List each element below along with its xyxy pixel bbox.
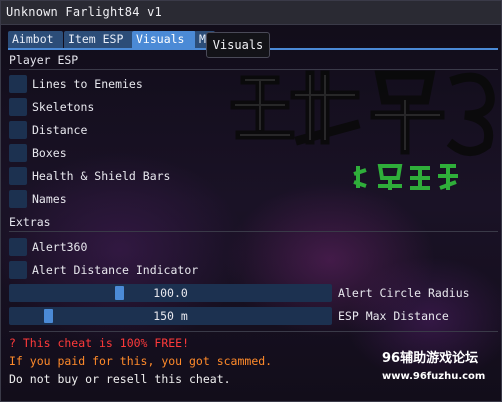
game-logo-watermark: [230, 70, 495, 156]
tab-aimbot[interactable]: Aimbot: [8, 31, 63, 48]
site-watermark: 96辅助游戏论坛 www.96fuzhu.com: [382, 350, 485, 382]
free-notice: ? This cheat is 100% FREE!: [9, 336, 190, 350]
checkbox[interactable]: [9, 261, 27, 279]
alert-circle-radius-slider[interactable]: 100.0: [9, 284, 332, 302]
tab-item-esp[interactable]: Item ESP: [64, 31, 134, 48]
option-label: Alert Distance Indicator: [32, 263, 199, 277]
section-extras: Extras: [9, 215, 51, 229]
checkbox[interactable]: [9, 98, 27, 116]
svg-text:www.96fuzhu.com: www.96fuzhu.com: [382, 371, 485, 382]
option-label: Boxes: [32, 146, 67, 160]
window-titlebar[interactable]: Unknown Farlight84 v1: [0, 0, 502, 25]
alert-circle-radius-label: Alert Circle Radius: [338, 286, 470, 300]
option-label: Health & Shield Bars: [32, 169, 171, 183]
green-subtitle-watermark: [353, 164, 458, 190]
checkbox[interactable]: [9, 167, 27, 185]
option-label: Lines to Enemies: [32, 77, 143, 91]
checkbox[interactable]: [9, 190, 27, 208]
section-separator: [9, 231, 498, 232]
checkbox[interactable]: [9, 75, 27, 93]
checkbox[interactable]: [9, 121, 27, 139]
checkbox[interactable]: [9, 144, 27, 162]
scam-notice: If you paid for this, you got scammed.: [9, 354, 273, 368]
slider-value: 150 m: [153, 309, 188, 323]
section-player-esp: Player ESP: [9, 53, 79, 67]
section-separator: [9, 331, 498, 332]
option-label: Distance: [32, 123, 88, 137]
option-label: Skeletons: [32, 100, 95, 114]
esp-max-distance-slider[interactable]: 150 m: [9, 307, 332, 325]
window-title: Unknown Farlight84 v1: [6, 5, 162, 19]
section-separator: [9, 69, 498, 70]
tab-tooltip: Visuals: [206, 32, 270, 58]
tab-visuals[interactable]: Visuals: [132, 31, 196, 48]
resell-notice: Do not buy or resell this cheat.: [9, 372, 231, 386]
option-label: Alert360: [32, 240, 88, 254]
esp-max-distance-label: ESP Max Distance: [338, 309, 449, 323]
option-label: Names: [32, 192, 67, 206]
checkbox[interactable]: [9, 238, 27, 256]
slider-value: 100.0: [153, 286, 188, 300]
svg-text:96辅助游戏论坛: 96辅助游戏论坛: [382, 350, 478, 366]
